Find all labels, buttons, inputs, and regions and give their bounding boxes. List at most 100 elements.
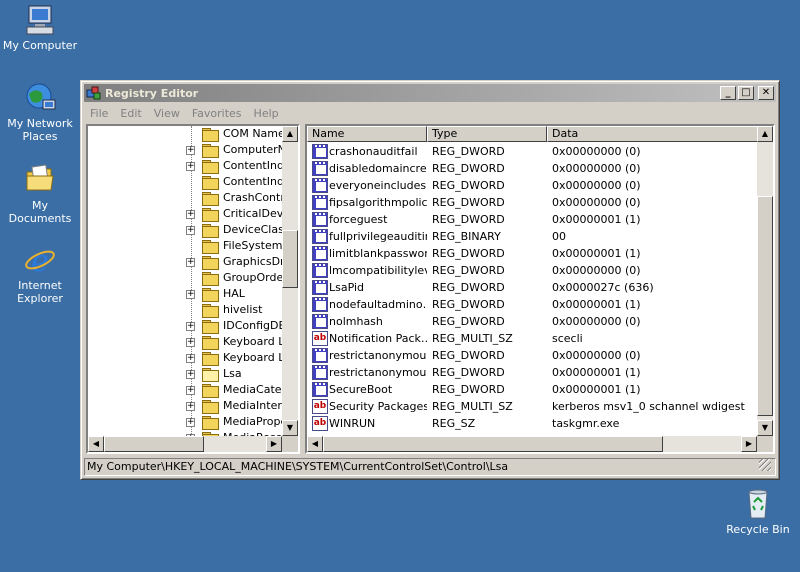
menu-help[interactable]: Help (248, 107, 285, 120)
value-name: crashonauditfail (329, 145, 418, 158)
column-header-type[interactable]: Type (427, 126, 547, 142)
tree-item[interactable]: FileSystem (88, 238, 282, 254)
table-row[interactable]: limitblankpasswor… REG_DWORD 0x00000001 (1… (307, 245, 759, 262)
folder-icon (202, 224, 219, 238)
close-button[interactable]: ✕ (758, 86, 774, 100)
table-row[interactable]: restrictanonymous REG_DWORD 0x00000000 (0) (307, 347, 759, 364)
scroll-right-button[interactable]: ▶ (266, 436, 282, 452)
binary-value-icon (312, 212, 328, 227)
minimize-button[interactable]: _ (720, 86, 736, 100)
tree-item[interactable]: + IDConfigDB (88, 318, 282, 334)
table-row[interactable]: crashonauditfail REG_DWORD 0x00000000 (0) (307, 143, 759, 160)
table-row[interactable]: lmcompatibilitylevel REG_DWORD 0x00000000 … (307, 262, 759, 279)
menu-view[interactable]: View (148, 107, 186, 120)
table-row[interactable]: nolmhash REG_DWORD 0x00000000 (0) (307, 313, 759, 330)
desktop-icon-recycle-bin[interactable]: Recycle Bin (718, 488, 798, 536)
table-row[interactable]: disabledomaincreds REG_DWORD 0x00000000 (0… (307, 160, 759, 177)
scroll-down-button[interactable]: ▼ (282, 420, 298, 436)
folder-icon (202, 304, 219, 318)
scroll-up-button[interactable]: ▲ (282, 126, 298, 142)
menu-edit[interactable]: Edit (114, 107, 147, 120)
title-bar[interactable]: Registry Editor _ □ ✕ (84, 84, 776, 102)
column-header-name[interactable]: Name (307, 126, 427, 142)
expand-toggle[interactable]: + (186, 354, 195, 363)
expand-toggle[interactable]: + (186, 146, 195, 155)
scroll-thumb[interactable] (323, 436, 663, 452)
scroll-left-button[interactable]: ◀ (307, 436, 323, 452)
table-row[interactable]: restrictanonymou… REG_DWORD 0x00000001 (1) (307, 364, 759, 381)
value-data: scecli (552, 332, 583, 345)
table-row[interactable]: ab Notification Pack… REG_MULTI_SZ scecli (307, 330, 759, 347)
value-data: kerberos msv1_0 schannel wdigest (552, 400, 745, 413)
table-row[interactable]: fullprivilegeauditing REG_BINARY 00 (307, 228, 759, 245)
tree-item-label: Keyboard Layout (223, 335, 282, 348)
tree-item[interactable]: hivelist (88, 302, 282, 318)
scroll-thumb[interactable] (282, 230, 298, 288)
tree-item[interactable]: GroupOrderList (88, 270, 282, 286)
expand-toggle[interactable]: + (186, 226, 195, 235)
table-row[interactable]: ab WINRUN REG_SZ taskgmr.exe (307, 415, 759, 432)
table-row[interactable]: everyoneincludes… REG_DWORD 0x00000000 (0) (307, 177, 759, 194)
expand-toggle[interactable]: + (186, 402, 195, 411)
maximize-button[interactable]: □ (738, 86, 754, 100)
value-data: 0x00000000 (0) (552, 162, 641, 175)
expand-toggle[interactable]: + (186, 322, 195, 331)
tree-item[interactable]: + HAL (88, 286, 282, 302)
list-vertical-scrollbar[interactable]: ▲ ▼ (757, 126, 773, 436)
expand-toggle[interactable]: + (186, 210, 195, 219)
menu-file[interactable]: File (84, 107, 114, 120)
desktop-icon-my-computer[interactable]: My Computer (0, 4, 80, 52)
table-row[interactable]: LsaPid REG_DWORD 0x0000027c (636) (307, 279, 759, 296)
expand-toggle[interactable]: + (186, 162, 195, 171)
tree-item[interactable]: + MediaProperties (88, 414, 282, 430)
menu-favorites[interactable]: Favorites (186, 107, 248, 120)
expand-toggle[interactable]: + (186, 338, 195, 347)
tree-item[interactable]: + ComputerName (88, 142, 282, 158)
value-name: forceguest (329, 213, 388, 226)
tree-item[interactable]: CrashControl (88, 190, 282, 206)
table-row[interactable]: nodefaultadmino… REG_DWORD 0x00000001 (1) (307, 296, 759, 313)
menu-bar: File Edit View Favorites Help (84, 104, 776, 122)
tree-vertical-scrollbar[interactable]: ▲ ▼ (282, 126, 298, 436)
tree-item[interactable]: COM Name Arbiter (88, 126, 282, 142)
tree-horizontal-scrollbar[interactable]: ◀ ▶ (88, 436, 282, 452)
column-header-data[interactable]: Data (547, 126, 759, 142)
value-type: REG_MULTI_SZ (432, 332, 513, 345)
expand-toggle[interactable]: + (186, 386, 195, 395)
table-row[interactable]: ab Security Packages REG_MULTI_SZ kerberos … (307, 398, 759, 415)
scroll-thumb[interactable] (104, 436, 204, 452)
registry-tree-pane: COM Name Arbiter + ComputerName + ContentInd… (86, 124, 300, 454)
desktop-icon-my-network-places[interactable]: My Network Places (0, 82, 80, 143)
tree-item[interactable]: + ContentIndex (88, 158, 282, 174)
tree-item[interactable]: + Keyboard Layouts (88, 350, 282, 366)
tree-item-label: ContentIndex (223, 159, 282, 172)
scroll-down-button[interactable]: ▼ (757, 420, 773, 436)
list-horizontal-scrollbar[interactable]: ◀ ▶ (307, 436, 757, 452)
tree-item[interactable]: + Lsa (88, 366, 282, 382)
expand-toggle[interactable]: + (186, 258, 195, 267)
tree-item[interactable]: + Keyboard Layout (88, 334, 282, 350)
table-row[interactable]: SecureBoot REG_DWORD 0x00000001 (1) (307, 381, 759, 398)
value-data: 0x00000000 (0) (552, 179, 641, 192)
expand-toggle[interactable]: + (186, 418, 195, 427)
scroll-thumb[interactable] (757, 196, 773, 416)
expand-toggle[interactable]: + (186, 290, 195, 299)
resize-grip[interactable] (759, 459, 771, 471)
binary-value-icon (312, 348, 328, 363)
table-row[interactable]: fipsalgorithmpolicy REG_DWORD 0x00000000 (… (307, 194, 759, 211)
table-row[interactable]: forceguest REG_DWORD 0x00000001 (1) (307, 211, 759, 228)
tree-item[interactable]: + MediaCategories (88, 382, 282, 398)
desktop-icon-internet-explorer[interactable]: e Internet Explorer (0, 244, 80, 305)
binary-value-icon (312, 229, 328, 244)
scroll-left-button[interactable]: ◀ (88, 436, 104, 452)
tree-item[interactable]: + GraphicsDrivers (88, 254, 282, 270)
desktop-icon-my-documents[interactable]: My Documents (0, 164, 80, 225)
tree-item[interactable]: + CriticalDeviceDatabase (88, 206, 282, 222)
scroll-up-button[interactable]: ▲ (757, 126, 773, 142)
expand-toggle[interactable]: + (186, 370, 195, 379)
tree-item[interactable]: ContentIndexCommon (88, 174, 282, 190)
value-type: REG_DWORD (432, 162, 505, 175)
tree-item[interactable]: + DeviceClasses (88, 222, 282, 238)
scroll-right-button[interactable]: ▶ (741, 436, 757, 452)
tree-item[interactable]: + MediaInterfaces (88, 398, 282, 414)
